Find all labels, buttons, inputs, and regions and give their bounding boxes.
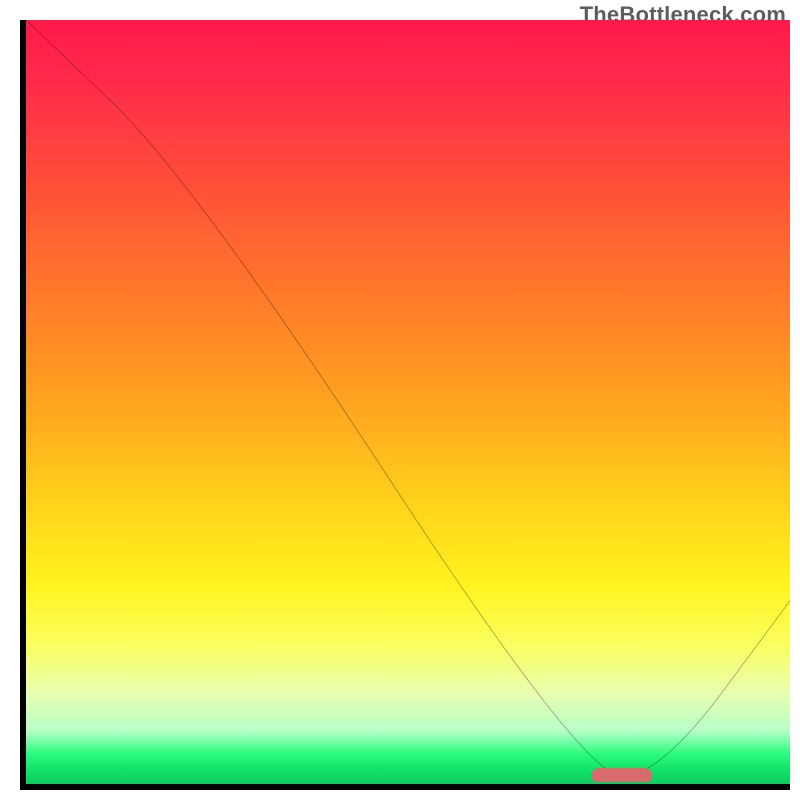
chart-frame: TheBottleneck.com: [20, 20, 790, 790]
bottleneck-curve: [26, 20, 790, 784]
optimum-range-bar: [591, 768, 652, 782]
